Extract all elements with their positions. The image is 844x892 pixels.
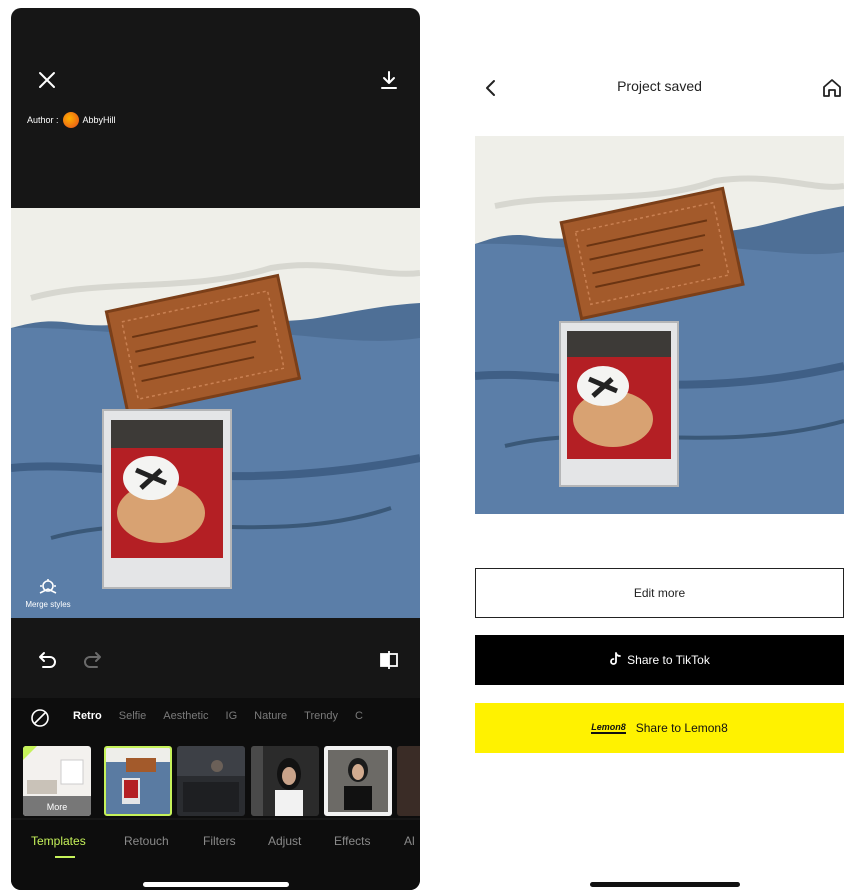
merge-styles-label: Merge styles: [25, 600, 71, 609]
right-header: Project saved: [475, 70, 844, 106]
download-icon[interactable]: [377, 68, 401, 92]
saved-photo: [475, 136, 844, 514]
category-nature[interactable]: Nature: [254, 710, 287, 722]
lemon8-logo: Lemon8: [591, 721, 626, 734]
compare-icon[interactable]: [377, 648, 401, 672]
edited-photo: [11, 208, 420, 618]
tab-retouch[interactable]: Retouch: [124, 834, 169, 848]
home-indicator: [143, 882, 289, 887]
tab-templates[interactable]: Templates: [31, 834, 86, 848]
page-title: Project saved: [617, 78, 702, 94]
merge-styles-icon: [39, 579, 57, 594]
filter-category-bar: Retro Selfie Aesthetic IG Nature Trendy …: [11, 698, 420, 738]
redo-icon[interactable]: [81, 648, 105, 672]
no-filter-icon[interactable]: [29, 707, 51, 729]
avatar[interactable]: [62, 112, 79, 128]
edit-toolbar: [11, 638, 420, 683]
filter-categories: Retro Selfie Aesthetic IG Nature Trendy …: [73, 710, 363, 722]
tiktok-icon: [609, 651, 622, 669]
share-tiktok-button[interactable]: Share to TikTok: [475, 635, 844, 685]
category-trendy[interactable]: Trendy: [304, 710, 338, 722]
category-aesthetic[interactable]: Aesthetic: [163, 710, 208, 722]
template-thumb-5[interactable]: [324, 746, 392, 816]
author-name[interactable]: AbbyHill: [83, 115, 116, 125]
edit-more-label: Edit more: [633, 586, 686, 600]
merge-styles-button[interactable]: Merge styles: [13, 578, 83, 609]
active-tab-indicator: [55, 856, 75, 858]
category-ig[interactable]: IG: [226, 710, 238, 722]
home-icon[interactable]: [820, 76, 844, 100]
category-selfie[interactable]: Selfie: [119, 710, 147, 722]
close-icon[interactable]: [35, 68, 59, 92]
category-retro[interactable]: Retro: [73, 710, 102, 722]
tab-filters[interactable]: Filters: [203, 834, 236, 848]
category-more[interactable]: C: [355, 710, 363, 722]
editor-screen: Author : AbbyHill Merge styles Retro Sel…: [11, 8, 420, 890]
share-lemon8-button[interactable]: Lemon8 Share to Lemon8: [475, 703, 844, 753]
template-thumb-6[interactable]: [397, 746, 420, 816]
tab-ai[interactable]: Al: [404, 834, 415, 848]
undo-icon[interactable]: [35, 648, 59, 672]
template-thumb-selected[interactable]: [104, 746, 172, 816]
tab-adjust[interactable]: Adjust: [268, 834, 301, 848]
template-thumb-4[interactable]: [251, 746, 319, 816]
thumb-more-label: More: [46, 802, 68, 812]
home-indicator-right: [590, 882, 740, 887]
edit-more-button[interactable]: Edit more: [475, 568, 844, 618]
template-thumb-3[interactable]: [177, 746, 245, 816]
author-line: Author : AbbyHill: [27, 112, 116, 128]
tab-effects[interactable]: Effects: [334, 834, 370, 848]
template-thumbnails: More: [11, 738, 420, 818]
template-thumb-more[interactable]: More: [23, 746, 91, 816]
share-tiktok-label: Share to TikTok: [627, 653, 710, 667]
bottom-tab-bar: Templates Retouch Filters Adjust Effects…: [11, 820, 420, 890]
share-lemon8-label: Share to Lemon8: [635, 721, 728, 735]
author-prefix: Author :: [27, 115, 59, 125]
